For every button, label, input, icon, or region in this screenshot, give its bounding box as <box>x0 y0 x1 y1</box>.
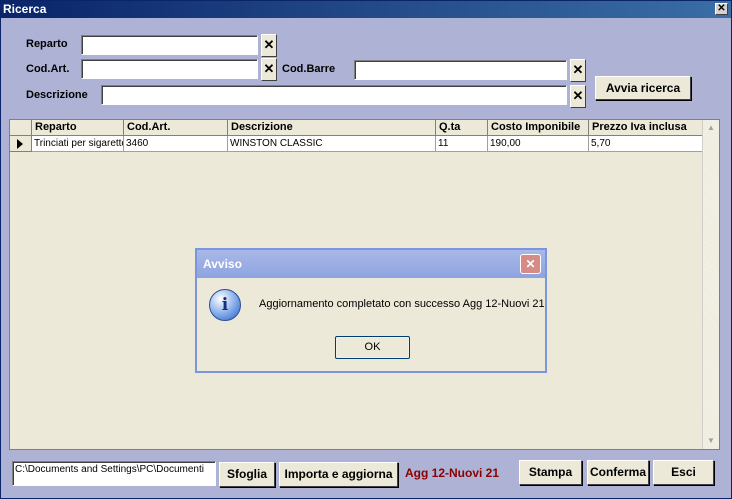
reparto-label: Reparto <box>26 38 68 50</box>
row-selector[interactable] <box>10 136 32 152</box>
row-pointer-icon <box>17 139 23 149</box>
table-cell[interactable]: 11 <box>436 136 488 152</box>
dialog-title: Avviso <box>203 257 242 271</box>
grid-header: Reparto Cod.Art. Descrizione Q.ta Costo … <box>10 120 703 136</box>
clear-codart-button[interactable]: ✕ <box>261 58 277 81</box>
table-cell[interactable]: 190,00 <box>488 136 589 152</box>
ok-button[interactable]: OK <box>335 336 410 359</box>
clear-icon: ✕ <box>572 88 584 103</box>
search-window: Ricerca ✕ Reparto ✕ Cod.Art. ✕ Cod.Barre… <box>0 0 732 499</box>
descrizione-label: Descrizione <box>26 89 88 101</box>
scroll-up-icon[interactable]: ▲ <box>703 120 719 136</box>
column-header[interactable]: Prezzo Iva inclusa <box>589 120 703 136</box>
dialog-message: Aggiornamento completato con successo Ag… <box>259 298 545 310</box>
clear-descrizione-button[interactable]: ✕ <box>570 85 586 108</box>
reparto-input[interactable] <box>81 35 258 55</box>
descrizione-input[interactable] <box>101 85 567 105</box>
codart-label: Cod.Art. <box>26 63 70 75</box>
table-cell[interactable]: 3460 <box>124 136 228 152</box>
table-cell[interactable]: Trinciati per sigarette <box>32 136 124 152</box>
table-cell[interactable]: WINSTON CLASSIC <box>228 136 436 152</box>
clear-icon: ✕ <box>263 61 275 76</box>
path-input[interactable]: C:\Documents and Settings\PC\Documenti <box>12 461 216 486</box>
import-button[interactable]: Importa e aggiorna <box>279 462 398 487</box>
codart-input[interactable] <box>81 59 258 79</box>
alert-dialog: Avviso ✕ i Aggiornamento completato con … <box>195 248 547 373</box>
exit-button[interactable]: Esci <box>653 460 714 485</box>
table-cell[interactable]: 5,70 <box>589 136 703 152</box>
window-close-icon[interactable]: ✕ <box>715 3 728 15</box>
column-header[interactable]: Cod.Art. <box>124 120 228 136</box>
column-header[interactable]: Descrizione <box>228 120 436 136</box>
row-header-corner <box>10 120 32 136</box>
window-title: Ricerca <box>3 2 47 16</box>
dialog-close-icon[interactable]: ✕ <box>520 254 541 274</box>
scroll-down-icon[interactable]: ▼ <box>703 433 719 449</box>
clear-icon: ✕ <box>572 62 584 77</box>
confirm-button[interactable]: Conferma <box>587 460 649 485</box>
column-header[interactable]: Q.ta <box>436 120 488 136</box>
table-row[interactable]: Trinciati per sigarette 3460 WINSTON CLA… <box>10 136 703 152</box>
clear-icon: ✕ <box>263 37 275 52</box>
status-text: Agg 12-Nuovi 21 <box>405 466 500 480</box>
print-button[interactable]: Stampa <box>519 460 582 485</box>
info-icon: i <box>209 289 241 321</box>
vertical-scrollbar[interactable]: ▲ ▼ <box>702 120 719 449</box>
column-header[interactable]: Reparto <box>32 120 124 136</box>
dialog-title-bar: Avviso ✕ <box>197 250 545 278</box>
search-button[interactable]: Avvia ricerca <box>595 76 691 100</box>
codbarre-input[interactable] <box>354 60 567 80</box>
title-bar: Ricerca ✕ <box>1 1 731 18</box>
column-header[interactable]: Costo Imponibile <box>488 120 589 136</box>
clear-reparto-button[interactable]: ✕ <box>261 34 277 57</box>
clear-codbarre-button[interactable]: ✕ <box>570 59 586 82</box>
browse-button[interactable]: Sfoglia <box>219 462 275 487</box>
codbarre-label: Cod.Barre <box>282 63 336 75</box>
